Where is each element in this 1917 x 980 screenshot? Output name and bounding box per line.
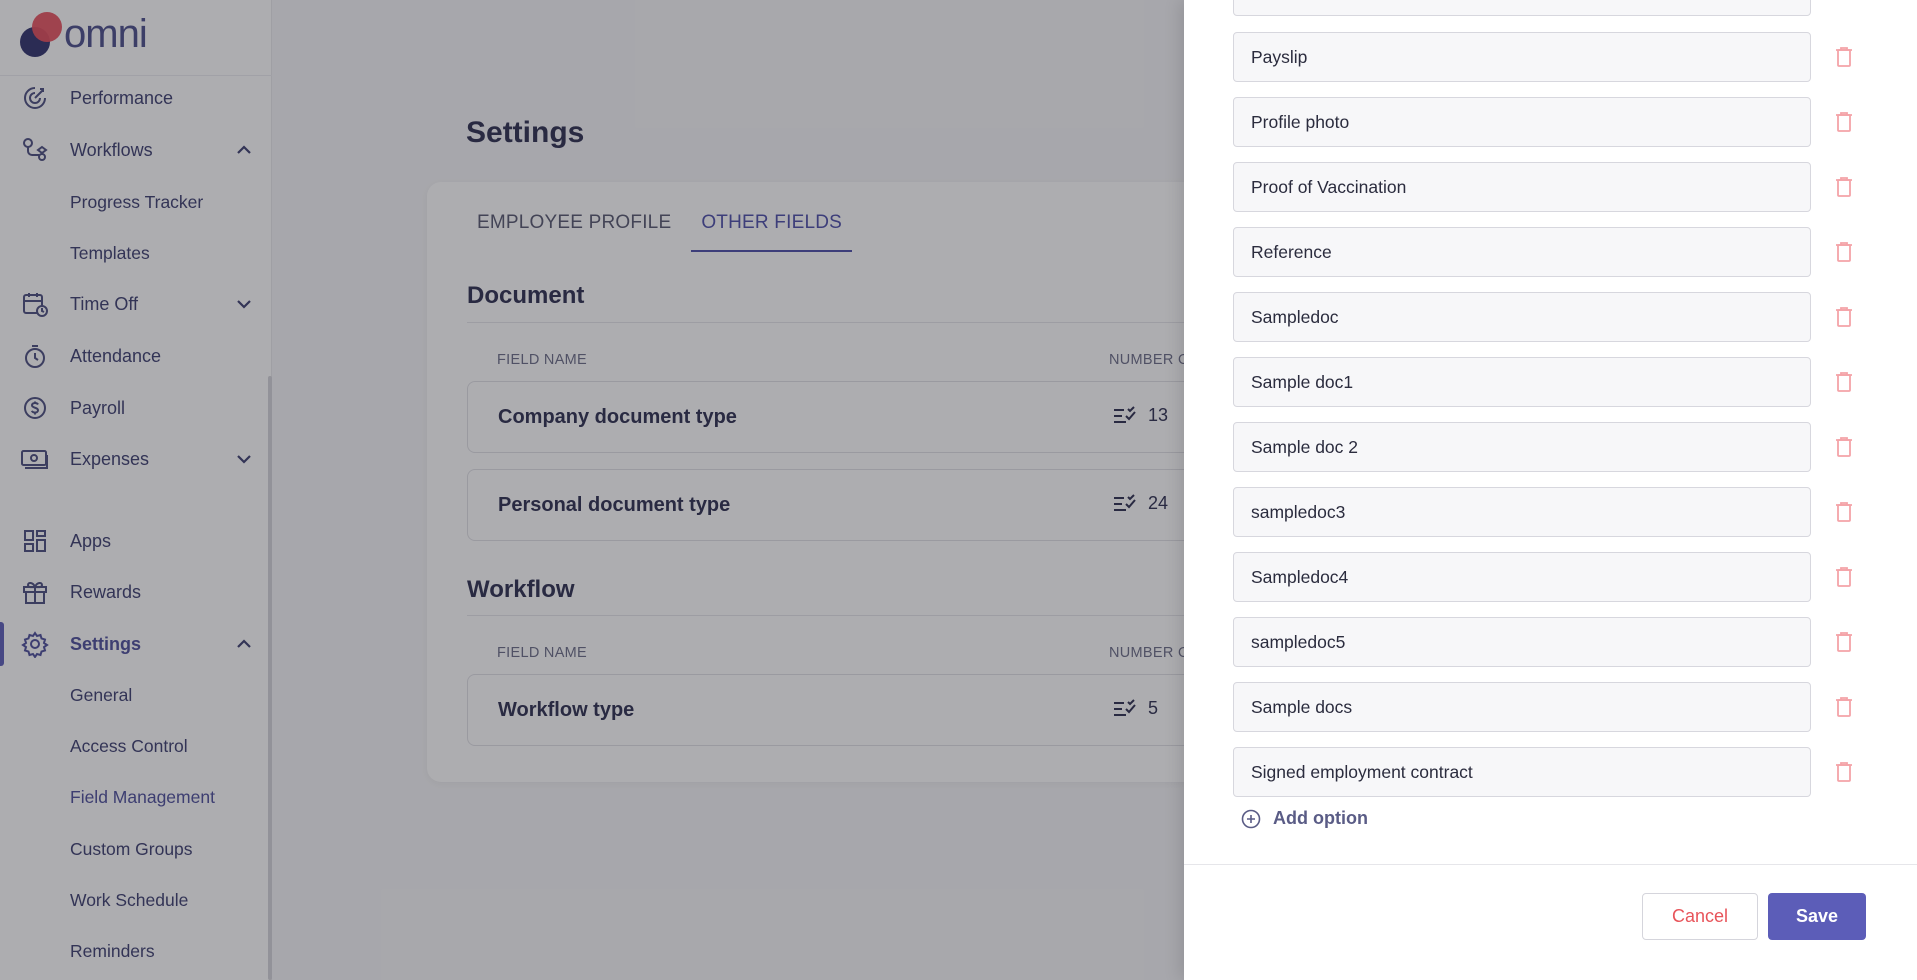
- option-row: Sample doc1: [1233, 357, 1865, 407]
- add-option-button[interactable]: Add option: [1241, 808, 1368, 829]
- option-row: Sample doc 2: [1233, 422, 1865, 472]
- trash-icon[interactable]: [1832, 629, 1856, 655]
- trash-icon[interactable]: [1832, 304, 1856, 330]
- option-row: Profile photo: [1233, 97, 1865, 147]
- trash-icon[interactable]: [1832, 239, 1856, 265]
- modal-backdrop[interactable]: [0, 0, 1184, 980]
- plus-circle-icon: [1241, 809, 1261, 828]
- option-input[interactable]: Profile photo: [1233, 97, 1811, 147]
- trash-icon[interactable]: [1832, 499, 1856, 525]
- option-input[interactable]: sampledoc5: [1233, 617, 1811, 667]
- option-row: [1233, 0, 1865, 16]
- option-row: Proof of Vaccination: [1233, 162, 1865, 212]
- save-button[interactable]: Save: [1768, 893, 1866, 940]
- option-input[interactable]: Signed employment contract: [1233, 747, 1811, 797]
- option-input[interactable]: Sampledoc4: [1233, 552, 1811, 602]
- divider: [1184, 864, 1917, 865]
- trash-icon[interactable]: [1832, 369, 1856, 395]
- option-input[interactable]: Sample doc 2: [1233, 422, 1811, 472]
- option-row: Payslip: [1233, 32, 1865, 82]
- option-input[interactable]: Sample doc1: [1233, 357, 1811, 407]
- option-row: Sampledoc: [1233, 292, 1865, 342]
- trash-icon[interactable]: [1832, 109, 1856, 135]
- option-input[interactable]: Payslip: [1233, 32, 1811, 82]
- option-input[interactable]: Reference: [1233, 227, 1811, 277]
- trash-icon[interactable]: [1832, 174, 1856, 200]
- trash-icon[interactable]: [1832, 759, 1856, 785]
- option-row: sampledoc3: [1233, 487, 1865, 537]
- option-row: Sample docs: [1233, 682, 1865, 732]
- cancel-button[interactable]: Cancel: [1642, 893, 1758, 940]
- trash-icon[interactable]: [1832, 44, 1856, 70]
- option-row: sampledoc5: [1233, 617, 1865, 667]
- edit-options-drawer: Payslip Profile photo Proof of Vaccination…: [1184, 0, 1917, 980]
- add-option-label: Add option: [1273, 808, 1368, 828]
- option-input[interactable]: [1233, 0, 1811, 16]
- option-input[interactable]: Proof of Vaccination: [1233, 162, 1811, 212]
- option-input[interactable]: Sample docs: [1233, 682, 1811, 732]
- option-input[interactable]: Sampledoc: [1233, 292, 1811, 342]
- option-row: Sampledoc4: [1233, 552, 1865, 602]
- option-input[interactable]: sampledoc3: [1233, 487, 1811, 537]
- trash-icon[interactable]: [1832, 564, 1856, 590]
- option-row: Signed employment contract: [1233, 747, 1865, 797]
- trash-icon[interactable]: [1832, 434, 1856, 460]
- trash-icon[interactable]: [1832, 694, 1856, 720]
- option-row: Reference: [1233, 227, 1865, 277]
